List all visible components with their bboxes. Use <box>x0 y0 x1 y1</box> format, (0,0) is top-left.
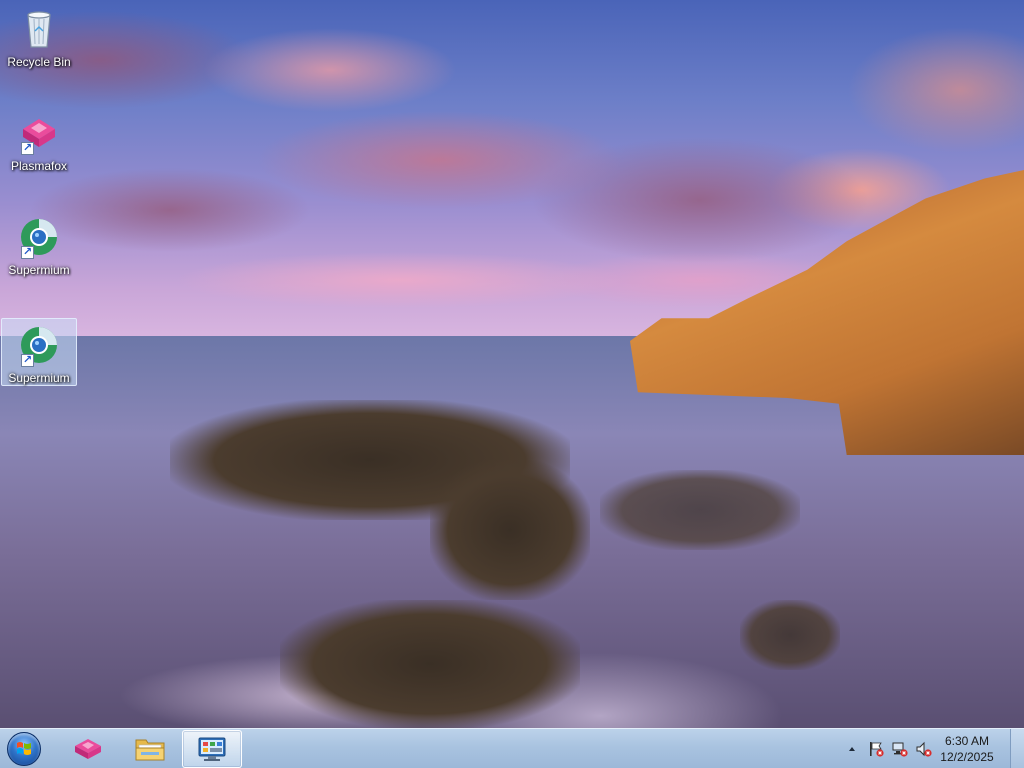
plasmafox-icon <box>75 739 101 759</box>
taskbar: 6:30 AM 12/2/2025 <box>0 728 1024 768</box>
clock-time: 6:30 AM <box>944 734 990 748</box>
desktop-icon-supermium[interactable]: ↗ Supermium <box>1 210 77 277</box>
desktop-icon-supermium-selected[interactable]: ↗ Supermium <box>1 318 77 386</box>
taskbar-button-file-explorer[interactable] <box>120 730 180 768</box>
desktop-icon-label: Recycle Bin <box>7 55 71 69</box>
start-button[interactable] <box>4 730 44 768</box>
desktop-icon-label: Supermium <box>8 371 70 385</box>
plasmafox-icon: ↗ <box>15 111 63 157</box>
clock-date: 12/2/2025 <box>940 750 994 764</box>
network-disconnected-icon[interactable] <box>892 741 908 757</box>
action-center-flag-icon[interactable] <box>868 741 884 757</box>
control-panel-icon <box>198 737 226 761</box>
wallpaper-reef <box>740 600 840 670</box>
recycle-bin-icon <box>15 7 63 53</box>
wallpaper-reef <box>280 600 580 728</box>
shortcut-arrow-icon: ↗ <box>21 246 34 259</box>
volume-muted-icon[interactable] <box>916 741 932 757</box>
file-explorer-icon <box>135 739 165 761</box>
desktop-icon-recycle-bin[interactable]: Recycle Bin <box>1 2 77 69</box>
desktop-icon-plasmafox[interactable]: ↗ Plasmafox <box>1 106 77 173</box>
taskbar-button-plasmafox[interactable] <box>58 730 118 768</box>
desktop-icon-label: Plasmafox <box>10 159 68 173</box>
taskbar-clock[interactable]: 6:30 AM 12/2/2025 <box>932 731 1002 767</box>
shortcut-arrow-icon: ↗ <box>21 142 34 155</box>
desktop-icon-label: Supermium <box>8 263 70 277</box>
wallpaper-reef <box>430 460 590 600</box>
supermium-icon: ↗ <box>15 323 63 369</box>
taskbar-button-control-panel[interactable] <box>182 730 242 768</box>
chevron-up-icon[interactable] <box>844 741 860 757</box>
supermium-icon: ↗ <box>15 215 63 261</box>
desktop-wallpaper <box>0 0 1024 728</box>
windows-logo-icon <box>7 732 41 766</box>
show-desktop-button[interactable] <box>1010 729 1024 768</box>
shortcut-arrow-icon: ↗ <box>21 354 34 367</box>
wallpaper-reef <box>600 470 800 550</box>
